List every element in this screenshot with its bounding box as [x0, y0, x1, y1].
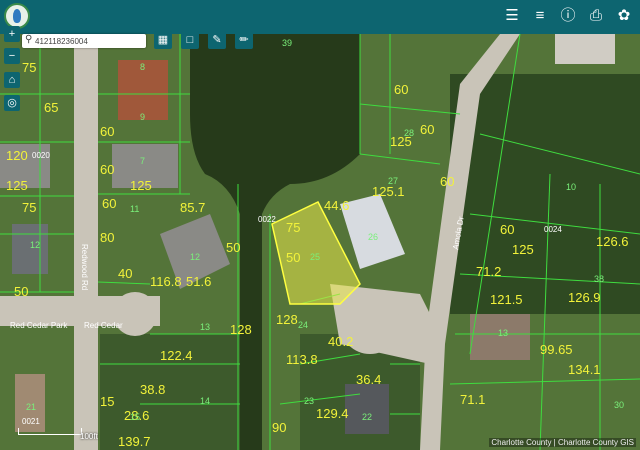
attribution: Charlotte County | Charlotte County GIS [489, 438, 636, 447]
svg-text:80: 80 [100, 230, 114, 245]
top-toolbar: ☰ ≡ ⓘ ⎙ ✿ [502, 6, 634, 26]
svg-text:60: 60 [500, 222, 514, 237]
top-bar: ☰ ≡ ⓘ ⎙ ✿ [0, 0, 640, 34]
svg-text:21: 21 [26, 402, 36, 412]
svg-text:75: 75 [286, 220, 300, 235]
svg-text:75: 75 [22, 60, 36, 75]
svg-text:113.8: 113.8 [286, 352, 318, 367]
svg-text:60: 60 [102, 196, 116, 211]
svg-text:90: 90 [272, 420, 286, 435]
svg-text:38.8: 38.8 [140, 382, 165, 397]
svg-text:116.8: 116.8 [150, 274, 182, 289]
svg-text:15: 15 [130, 412, 140, 422]
svg-text:12: 12 [30, 240, 40, 250]
svg-text:13: 13 [200, 322, 210, 332]
svg-text:25: 25 [310, 252, 320, 262]
svg-text:38: 38 [594, 274, 604, 284]
layers-icon[interactable]: ☰ [502, 6, 522, 26]
svg-text:40: 40 [118, 266, 132, 281]
svg-text:134.1: 134.1 [568, 362, 601, 377]
grid-icon[interactable]: ▦ [154, 31, 172, 49]
svg-text:50: 50 [14, 284, 28, 299]
svg-text:24: 24 [298, 320, 308, 330]
svg-text:36.4: 36.4 [356, 372, 381, 387]
svg-text:23: 23 [304, 396, 314, 406]
svg-text:75: 75 [22, 200, 36, 215]
svg-text:39: 39 [282, 38, 292, 48]
svg-text:15: 15 [100, 394, 114, 409]
svg-text:30: 30 [614, 400, 624, 410]
svg-text:126.6: 126.6 [596, 234, 629, 249]
svg-text:122.4: 122.4 [160, 348, 193, 363]
parcel-search[interactable]: ⚲ [22, 34, 146, 48]
search-icon: ⚲ [25, 34, 33, 45]
svg-text:0022: 0022 [258, 215, 276, 224]
draw-icon[interactable]: ✏ [235, 31, 253, 49]
svg-text:12: 12 [190, 252, 200, 262]
svg-text:120: 120 [6, 148, 28, 163]
svg-text:27: 27 [388, 176, 398, 186]
svg-text:8: 8 [140, 62, 145, 72]
search-input[interactable] [35, 34, 143, 48]
svg-text:128: 128 [230, 322, 252, 337]
svg-text:125: 125 [130, 178, 152, 193]
svg-text:51.6: 51.6 [186, 274, 211, 289]
svg-text:Red Cedar: Red Cedar [84, 321, 123, 330]
svg-text:44.6: 44.6 [324, 198, 349, 213]
svg-text:60: 60 [440, 174, 454, 189]
print-icon[interactable]: ⎙ [586, 6, 606, 26]
locate-icon[interactable]: ◎ [4, 95, 20, 111]
scale-bar [18, 428, 82, 435]
svg-text:60: 60 [394, 82, 408, 97]
svg-text:0020: 0020 [32, 151, 50, 160]
svg-text:71.2: 71.2 [476, 264, 501, 279]
info-icon[interactable]: ⓘ [558, 6, 578, 26]
svg-text:128: 128 [276, 312, 298, 327]
svg-text:60: 60 [420, 122, 434, 137]
notes-icon[interactable]: ✎ [208, 31, 226, 49]
legend-icon[interactable]: ≡ [530, 6, 550, 26]
svg-text:Redwood Rd: Redwood Rd [80, 244, 89, 290]
svg-text:125: 125 [6, 178, 28, 193]
svg-text:129.4: 129.4 [316, 406, 349, 421]
svg-text:71.1: 71.1 [460, 392, 485, 407]
zoom-in-icon[interactable]: + [4, 26, 20, 42]
svg-text:50: 50 [226, 240, 240, 255]
svg-text:40.2: 40.2 [328, 334, 353, 349]
svg-text:28: 28 [404, 128, 414, 138]
svg-text:126.9: 126.9 [568, 290, 601, 305]
svg-text:121.5: 121.5 [490, 292, 523, 307]
svg-text:26: 26 [368, 232, 378, 242]
svg-text:0021: 0021 [22, 417, 40, 426]
zoom-out-icon[interactable]: − [4, 48, 20, 64]
svg-text:10: 10 [566, 182, 576, 192]
svg-text:7: 7 [140, 156, 145, 166]
svg-text:60: 60 [100, 162, 114, 177]
svg-text:85.7: 85.7 [180, 200, 205, 215]
scale-label: 100ft [80, 432, 98, 441]
svg-text:14: 14 [200, 396, 210, 406]
svg-text:99.65: 99.65 [540, 342, 573, 357]
home-icon[interactable]: ⌂ [4, 72, 20, 88]
basemap-icon[interactable]: ✿ [614, 6, 634, 26]
svg-text:11: 11 [130, 204, 139, 214]
svg-text:9: 9 [140, 112, 145, 122]
select-icon[interactable]: □ [181, 31, 199, 49]
svg-text:0024: 0024 [544, 225, 562, 234]
svg-text:139.7: 139.7 [118, 434, 151, 449]
svg-text:22: 22 [362, 412, 372, 422]
svg-text:65: 65 [44, 100, 58, 115]
svg-text:125: 125 [512, 242, 534, 257]
svg-text:50: 50 [286, 250, 300, 265]
parcel-map[interactable]: 75 65 120 125 75 60 60 125 60 80 40 50 8… [0, 34, 640, 450]
svg-text:13: 13 [498, 328, 508, 338]
svg-text:60: 60 [100, 124, 114, 139]
svg-text:Red Cedar Park: Red Cedar Park [10, 321, 68, 330]
svg-text:125.1: 125.1 [372, 184, 405, 199]
